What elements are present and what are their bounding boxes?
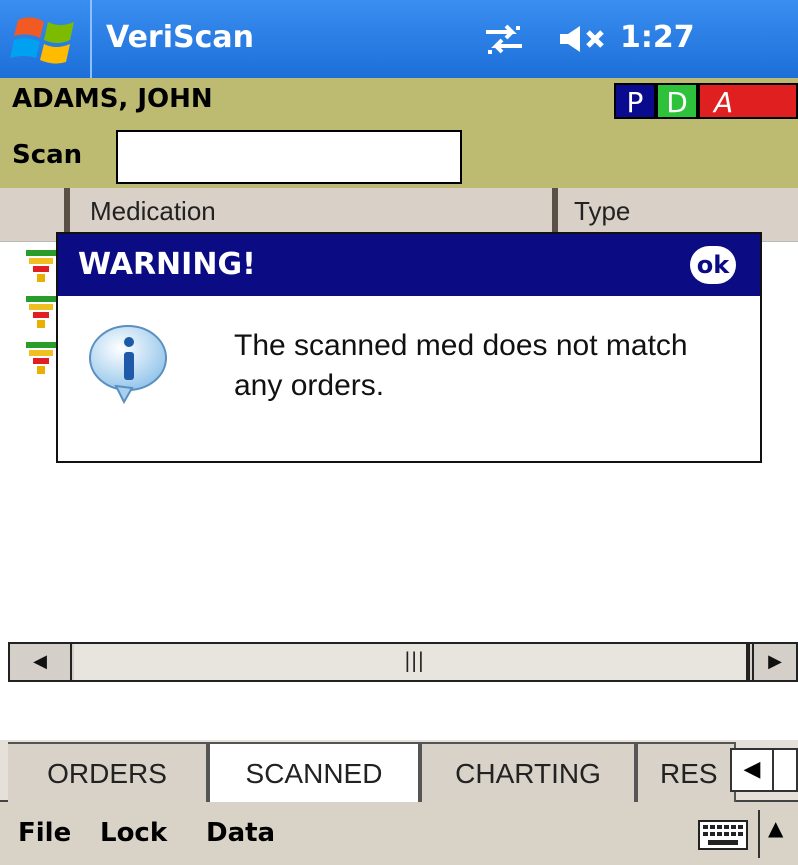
tab-res[interactable]: RES bbox=[636, 742, 736, 802]
input-panel-arrow-icon[interactable]: ▲ bbox=[768, 816, 783, 840]
ok-button[interactable]: ok bbox=[690, 246, 736, 284]
info-icon bbox=[89, 325, 167, 405]
grip-icon: ||| bbox=[404, 648, 425, 672]
keyboard-icon[interactable] bbox=[698, 820, 748, 850]
flag-a[interactable]: A bbox=[698, 83, 798, 119]
connectivity-icon[interactable] bbox=[482, 22, 526, 56]
tab-scroll-control[interactable]: ◀ bbox=[730, 748, 798, 792]
funnel-status-icon bbox=[26, 250, 56, 282]
tab-scanned[interactable]: SCANNED bbox=[208, 742, 420, 806]
patient-name: ADAMS, JOHN bbox=[12, 84, 213, 114]
funnel-status-icon bbox=[26, 296, 56, 328]
clock[interactable]: 1:27 bbox=[620, 20, 695, 55]
patient-header: ADAMS, JOHN P D A Scan bbox=[0, 78, 798, 188]
right-arrow-icon: ▶ bbox=[768, 651, 782, 672]
scroll-thumb[interactable]: ||| bbox=[74, 644, 750, 680]
scan-label: Scan bbox=[12, 140, 83, 170]
divider bbox=[772, 750, 774, 790]
windows-start-icon bbox=[10, 17, 74, 64]
left-arrow-icon: ◀ bbox=[33, 651, 47, 672]
dialog-title-bar: WARNING! ok bbox=[58, 234, 760, 296]
dialog-message: The scanned med does not match any order… bbox=[234, 329, 688, 402]
menu-file[interactable]: File bbox=[18, 818, 71, 848]
tab-orders[interactable]: ORDERS bbox=[8, 742, 208, 802]
tab-scroll-left-button[interactable]: ◀ bbox=[732, 750, 772, 790]
dialog-title: WARNING! bbox=[78, 247, 256, 282]
warning-dialog: WARNING! ok The scanned med does not mat… bbox=[56, 232, 762, 463]
scan-input[interactable] bbox=[116, 130, 462, 184]
scroll-left-button[interactable]: ◀ bbox=[10, 644, 72, 680]
column-header-type[interactable]: Type bbox=[574, 196, 630, 227]
flag-d[interactable]: D bbox=[656, 83, 698, 119]
menu-bar: File Lock Data ▲ bbox=[0, 802, 798, 865]
scroll-right-button[interactable]: ▶ bbox=[752, 644, 796, 680]
horizontal-scrollbar[interactable]: ◀ ||| ▶ bbox=[8, 642, 798, 682]
menu-data[interactable]: Data bbox=[206, 818, 275, 848]
volume-muted-icon[interactable] bbox=[558, 24, 612, 54]
app-title: VeriScan bbox=[106, 20, 254, 55]
start-button[interactable] bbox=[0, 0, 92, 78]
divider bbox=[758, 810, 760, 858]
column-header-medication[interactable]: Medication bbox=[90, 196, 216, 227]
title-bar: VeriScan 1:27 bbox=[0, 0, 798, 78]
funnel-status-icon bbox=[26, 342, 56, 374]
menu-lock[interactable]: Lock bbox=[100, 818, 167, 848]
tab-charting[interactable]: CHARTING bbox=[420, 742, 636, 802]
tab-strip: ORDERS CHARTING RES SCANNED ◀ bbox=[0, 740, 798, 806]
flag-p[interactable]: P bbox=[614, 83, 656, 119]
